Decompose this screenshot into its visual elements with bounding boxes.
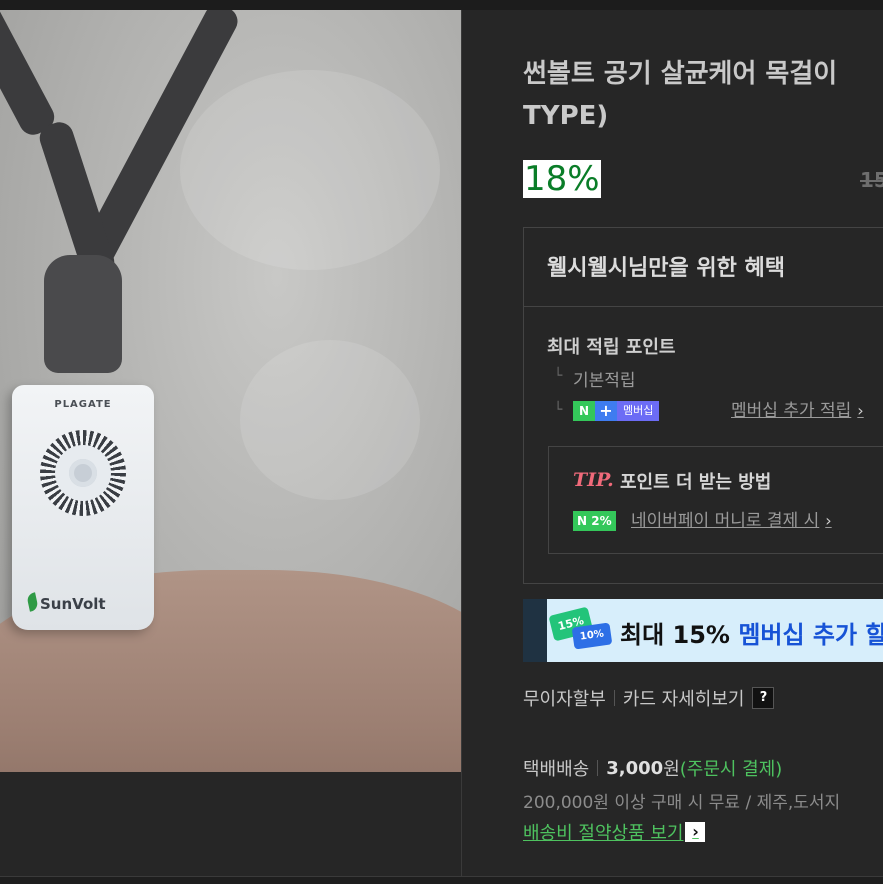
shipping-saving-products-link[interactable]: 배송비 절약상품 보기 › [523,819,706,845]
original-price: 15 [860,168,883,192]
naver-n-icon: N [573,401,595,421]
benefit-divider [524,306,883,307]
question-icon[interactable]: ? [752,687,775,709]
membership-badge: 멤버십 [617,401,660,421]
tree-branch-icon: └ [554,402,563,418]
chevron-right-icon: › [825,511,832,530]
banner-text-prefix: 최대 15% [620,621,739,649]
banner-left-strip [523,599,547,662]
card-details-link[interactable]: 카드 자세히보기 [623,685,745,711]
shipping-price: 3,000 [606,757,664,779]
installment-label: 무이자할부 [523,689,606,710]
device-brand-top: PLAGATE [54,399,112,410]
tip-title: 포인트 더 받는 방법 [620,472,772,493]
fan-inner [55,445,111,501]
leaf-logo-icon [26,592,39,612]
product-title-line2: TYPE) [523,101,609,131]
strap [0,10,60,140]
banner-text: 최대 15% 멤버십 추가 할 [620,615,883,650]
npay-money-link[interactable]: 네이버페이 머니로 결제 시 › [631,506,832,531]
npay-percent: 2% [591,514,612,528]
membership-extra-points-link[interactable]: 멤버십 추가 적립 › [731,396,864,421]
naver-plus-badge: N + 멤버십 [573,401,660,421]
product-image[interactable]: PLAGATE SunVolt [0,10,461,772]
shipping-payment-note: (주문시 결제) [679,759,783,780]
fan-vent [40,430,126,516]
shirt-highlight [240,340,420,500]
save-link-text: 배송비 절약상품 보기 [523,823,684,844]
tree-branch-icon: └ [554,368,563,384]
device-brand-bottom: SunVolt [40,595,106,613]
device: PLAGATE SunVolt [12,385,154,630]
benefit-heading: 웰시웰시님만을 위한 혜택 [547,256,785,281]
top-bar [0,0,883,10]
plus-icon: + [595,401,617,421]
chevron-right-icon: › [685,822,706,842]
shirt-highlight [180,70,440,270]
basic-points-label: 기본적립 [573,371,636,391]
product-title: 썬볼트 공기 살균케어 목걸이 TYPE) [523,53,883,137]
shipping-row: 택배배송 3,000 원 (주문시 결제) [523,755,782,781]
tip-label: TIP. [573,469,614,491]
max-points-label: 최대 적립 포인트 [547,337,676,358]
naver-pay-percent-badge: N 2% [573,511,616,531]
discount-rate: 18% [523,159,601,199]
npay-link-text: 네이버페이 머니로 결제 시 [631,511,820,531]
coupon-ticket-icon: 10% [571,622,613,650]
product-info-panel: 썬볼트 공기 살균케어 목걸이 TYPE) 18% 15 웰시웰시님만을 위한 … [462,10,883,876]
payment-row: 무이자할부 카드 자세히보기 ? [523,685,775,711]
separator [597,760,599,776]
shipping-method: 택배배송 [523,759,590,780]
fan-core [69,459,97,487]
chevron-right-icon: › [857,401,864,420]
benefit-box: 웰시웰시님만을 위한 혜택 최대 적립 포인트 └ 기본적립 └ N + 멤버십… [523,227,883,584]
npay-badge: N 2% [573,511,616,531]
free-shipping-condition: 200,000원 이상 구매 시 무료 / 제주,도서지 [523,793,841,813]
shipping-currency: 원 [663,759,680,780]
tip-box: TIP. 포인트 더 받는 방법 N 2% 네이버페이 머니로 결제 시 › [548,446,883,554]
membership-banner[interactable]: 15% 10% 최대 15% 멤버십 추가 할 [523,599,883,662]
lanyard-clip [44,255,122,373]
separator [613,690,615,706]
product-title-line1: 썬볼트 공기 살균케어 목걸이 [523,59,838,89]
banner-text-highlight: 멤버십 추가 할 [738,621,883,649]
membership-link-text: 멤버십 추가 적립 [731,401,852,421]
